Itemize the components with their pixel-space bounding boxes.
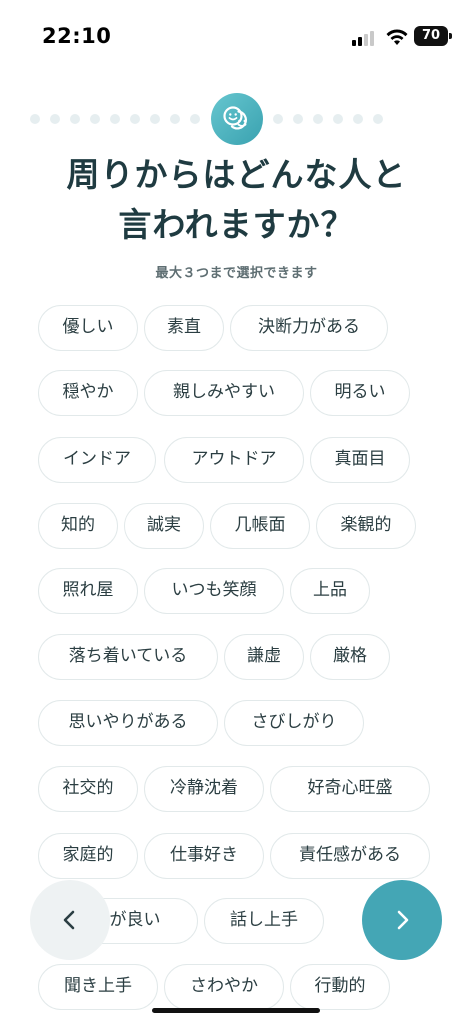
option-chip[interactable]: 家庭的 — [38, 833, 138, 879]
option-chip[interactable]: 照れ屋 — [38, 568, 138, 614]
option-chip[interactable]: 好奇心旺盛 — [270, 766, 430, 812]
next-button[interactable] — [362, 880, 442, 960]
option-chip[interactable]: 決断力がある — [230, 305, 388, 351]
option-chip[interactable]: 几帳面 — [210, 503, 310, 549]
option-chip[interactable]: いつも笑顔 — [144, 568, 284, 614]
option-chip-list: 優しい 素直 決断力がある穏やか 親しみやすい 明るいインドア アウトドア 真面目知的 誠実几… — [0, 0, 473, 1024]
home-indicator — [152, 1008, 320, 1013]
chevron-right-icon — [397, 910, 409, 930]
back-button[interactable] — [30, 880, 110, 960]
option-chip[interactable]: 知的 — [38, 503, 118, 549]
option-chip[interactable]: 落ち着いている — [38, 634, 218, 680]
option-chip[interactable]: 誠実 — [124, 503, 204, 549]
option-chip[interactable]: 親しみやすい — [144, 370, 304, 416]
option-chip[interactable]: さびしがり — [224, 700, 364, 746]
option-chip[interactable]: 素直 — [144, 305, 224, 351]
option-chip[interactable]: 行動的 — [290, 964, 390, 1010]
option-chip[interactable]: 仕事好き — [144, 833, 264, 879]
option-chip[interactable]: 謙虚 — [224, 634, 304, 680]
option-chip[interactable]: 優しい — [38, 305, 138, 351]
option-chip[interactable]: 聞き上手 — [38, 964, 158, 1010]
option-chip[interactable]: 責任感がある — [270, 833, 430, 879]
option-chip[interactable]: インドア — [38, 437, 156, 483]
option-chip[interactable]: アウトドア — [164, 437, 304, 483]
option-chip[interactable]: 思いやりがある — [38, 700, 218, 746]
option-chip[interactable]: 話し上手 — [204, 898, 324, 944]
option-chip[interactable]: 冷静沈着 — [144, 766, 264, 812]
option-chip[interactable]: 楽観的 — [316, 503, 416, 549]
option-chip[interactable]: 社交的 — [38, 766, 138, 812]
option-chip[interactable]: 厳格 — [310, 634, 390, 680]
option-chip[interactable]: さわやか — [164, 964, 284, 1010]
screen: 22:10 70 周りからはどんな人と 言われますか？ 最大３つまで選択できます… — [0, 0, 473, 1024]
option-chip[interactable]: 明るい — [310, 370, 410, 416]
chevron-left-icon — [63, 910, 75, 930]
option-chip[interactable]: 真面目 — [310, 437, 410, 483]
option-chip[interactable]: 穏やか — [38, 370, 138, 416]
option-chip[interactable]: 上品 — [290, 568, 370, 614]
